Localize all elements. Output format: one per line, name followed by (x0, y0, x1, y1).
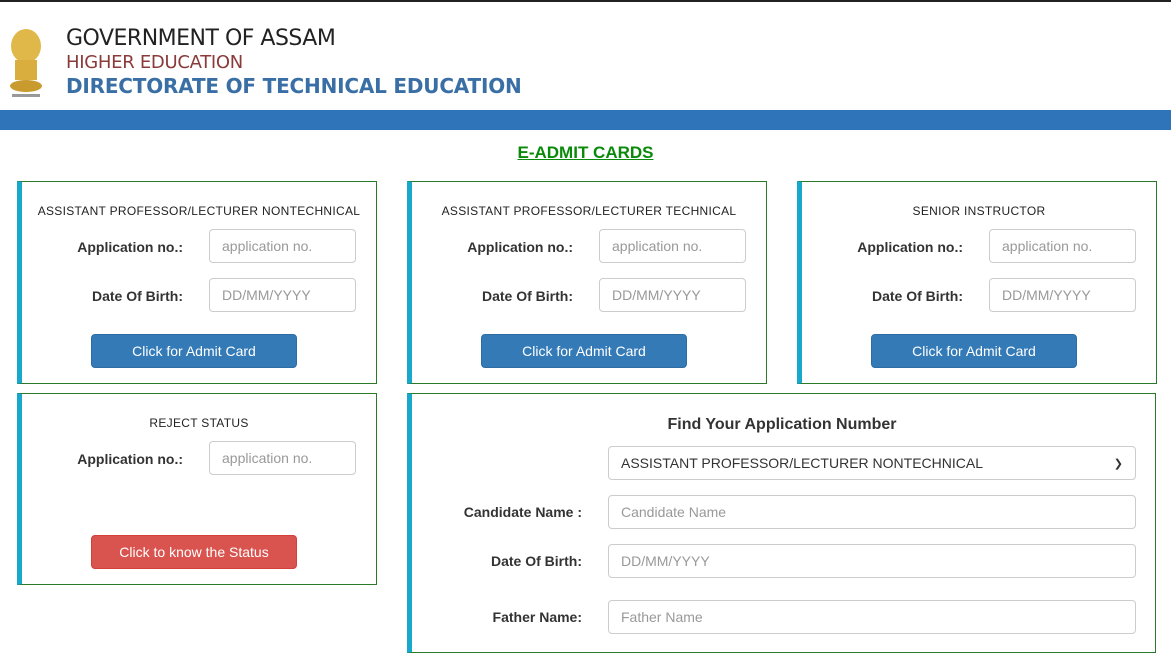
header-government: GOVERNMENT OF ASSAM (66, 26, 336, 51)
dob-label: Date Of Birth: (491, 553, 582, 569)
chevron-down-icon: ❯ (1113, 457, 1123, 470)
header-department: HIGHER EDUCATION (66, 52, 243, 73)
find-application-card: Find Your Application Number ASSISTANT P… (407, 393, 1156, 653)
admit-card-nontechnical: ASSISTANT PROFESSOR/LECTURER NONTECHNICA… (17, 181, 377, 384)
dob-input[interactable]: DD/MM/YYYY (989, 278, 1136, 312)
application-input[interactable]: application no. (209, 441, 356, 475)
application-label: Application no.: (77, 451, 183, 467)
find-title: Find Your Application Number (667, 416, 897, 433)
father-name-input[interactable]: Father Name (608, 600, 1136, 634)
state-emblem-icon (10, 29, 42, 97)
header-band (0, 110, 1171, 130)
page-title: E-ADMIT CARDS (517, 143, 654, 162)
card-title: SENIOR INSTRUCTOR (912, 204, 1046, 218)
father-name-label: Father Name: (492, 609, 582, 625)
application-label: Application no.: (77, 239, 183, 255)
admit-card-button[interactable]: Click for Admit Card (871, 334, 1077, 368)
know-status-button[interactable]: Click to know the Status (91, 535, 297, 569)
dob-input[interactable]: DD/MM/YYYY (608, 544, 1136, 578)
application-label: Application no.: (467, 239, 573, 255)
admit-card-senior-instructor: SENIOR INSTRUCTOR Application no.: appli… (797, 181, 1157, 384)
dob-input[interactable]: DD/MM/YYYY (209, 278, 356, 312)
post-select-value: ASSISTANT PROFESSOR/LECTURER NONTECHNICA… (621, 455, 983, 471)
application-input[interactable]: application no. (599, 229, 746, 263)
card-title: REJECT STATUS (149, 416, 249, 430)
candidate-name-label: Candidate Name : (463, 504, 582, 520)
admit-card-button[interactable]: Click for Admit Card (481, 334, 687, 368)
admit-card-technical: ASSISTANT PROFESSOR/LECTURER TECHNICAL A… (407, 181, 767, 384)
dob-label: Date Of Birth: (92, 288, 183, 304)
admit-card-button[interactable]: Click for Admit Card (91, 334, 297, 368)
post-select[interactable]: ASSISTANT PROFESSOR/LECTURER NONTECHNICA… (608, 446, 1136, 480)
application-label: Application no.: (857, 239, 963, 255)
header-directorate: DIRECTORATE OF TECHNICAL EDUCATION (66, 74, 522, 98)
dob-label: Date Of Birth: (872, 288, 963, 304)
card-title: ASSISTANT PROFESSOR/LECTURER NONTECHNICA… (37, 204, 361, 218)
reject-status-card: REJECT STATUS Application no.: applicati… (17, 393, 377, 585)
dob-input[interactable]: DD/MM/YYYY (599, 278, 746, 312)
dob-label: Date Of Birth: (482, 288, 573, 304)
card-title: ASSISTANT PROFESSOR/LECTURER TECHNICAL (441, 204, 737, 218)
application-input[interactable]: application no. (989, 229, 1136, 263)
application-input[interactable]: application no. (209, 229, 356, 263)
candidate-name-input[interactable]: Candidate Name (608, 495, 1136, 529)
